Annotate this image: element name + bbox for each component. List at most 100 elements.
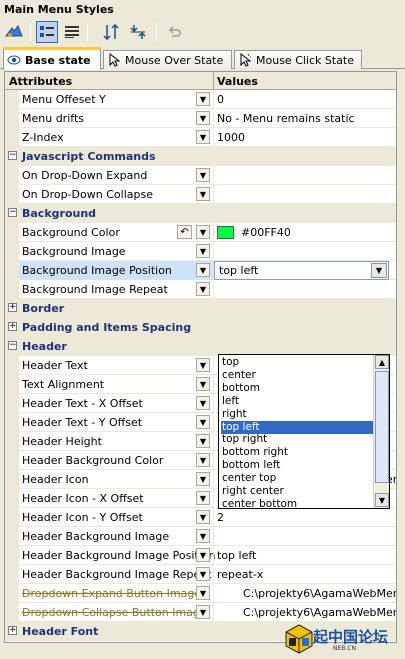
property-options-button[interactable]: ▼: [196, 396, 210, 410]
expand-icon[interactable]: +: [8, 626, 17, 635]
property-name: Dropdown Expand Button Image: [22, 587, 202, 600]
scroll-up-icon[interactable]: ▲: [375, 355, 389, 369]
property-row-on-drop-down-expand[interactable]: On Drop-Down Expand ▼: [5, 166, 396, 185]
property-row-background-color[interactable]: Background Color ↶ ▼ #00FF40: [5, 223, 396, 242]
property-options-button[interactable]: ▼: [196, 586, 210, 600]
expand-icon[interactable]: +: [8, 303, 17, 312]
property-name: Header Background Image: [22, 530, 170, 543]
property-row-on-drop-down-collapse[interactable]: On Drop-Down Collapse ▼: [5, 185, 396, 204]
dropdown-option[interactable]: top left: [221, 420, 374, 434]
property-grid: Attributes Values Menu Offeset Y ▼ 0 Menu d…: [4, 71, 397, 643]
property-options-button[interactable]: ▼: [196, 111, 210, 125]
property-row-background-image[interactable]: Background Image ▼: [5, 242, 396, 261]
property-options-button[interactable]: ▼: [196, 187, 210, 201]
combo-dropdown-icon[interactable]: ▼: [371, 263, 387, 278]
styles-icon[interactable]: [3, 21, 25, 43]
expand-all-icon[interactable]: [100, 21, 122, 43]
position-dropdown-list[interactable]: top center bottom left right top left top righ…: [218, 354, 390, 511]
property-name: Menu drifts: [22, 112, 84, 125]
category-javascript-commands[interactable]: − Javascript Commands: [5, 147, 396, 166]
property-options-button[interactable]: ▼: [196, 130, 210, 144]
property-value: No - Menu remains static: [217, 112, 355, 125]
tab-base-state[interactable]: Base state: [3, 47, 101, 70]
property-options-button[interactable]: ▼: [196, 377, 210, 391]
alphabetical-icon[interactable]: [61, 21, 83, 43]
collapse-icon[interactable]: −: [8, 341, 17, 350]
property-options-button[interactable]: ▼: [196, 529, 210, 543]
property-row-header-background-image[interactable]: Header Background Image ▼: [5, 527, 396, 546]
dropdown-option[interactable]: bottom left: [221, 459, 374, 472]
property-options-button[interactable]: ▼: [196, 567, 210, 581]
tab-mouse-over-state[interactable]: Mouse Over State: [103, 50, 232, 69]
watermark-logo: 起中国论坛 NEB.CN: [285, 624, 403, 656]
collapse-icon[interactable]: −: [8, 208, 17, 217]
dropdown-option[interactable]: center bottom: [221, 498, 374, 511]
expand-icon[interactable]: +: [8, 322, 17, 331]
property-name: Header Icon - Y Offset: [22, 511, 143, 524]
property-row-header-background-image-position[interactable]: Header Background Image Position ▼ top lef…: [5, 546, 396, 565]
property-name: On Drop-Down Expand: [22, 169, 148, 182]
property-value: top left: [217, 549, 257, 562]
property-name: Background Color: [22, 226, 120, 239]
property-value: 0: [217, 93, 224, 106]
property-name: Background Image: [22, 245, 126, 258]
property-row-menu-drifts[interactable]: Menu drifts ▼ No - Menu remains static: [5, 109, 396, 128]
dropdown-option[interactable]: left: [221, 395, 374, 408]
undo-icon[interactable]: [163, 21, 185, 43]
dropdown-option[interactable]: bottom right: [221, 446, 374, 459]
property-options-button[interactable]: ▼: [196, 92, 210, 106]
category-border[interactable]: + Border: [5, 299, 396, 318]
property-row-z-index[interactable]: Z-Index ▼ 1000: [5, 128, 396, 147]
property-value: 1000: [217, 131, 245, 144]
reset-color-icon[interactable]: ↶: [177, 225, 192, 239]
categorized-icon[interactable]: [36, 21, 58, 43]
property-row-menu-offeset-y[interactable]: Menu Offeset Y ▼ 0: [5, 90, 396, 109]
property-options-button[interactable]: ▼: [196, 244, 210, 258]
property-options-button[interactable]: ▼: [196, 282, 210, 296]
property-value: 2: [217, 511, 224, 524]
category-padding-and-items-spacing[interactable]: + Padding and Items Spacing: [5, 318, 396, 337]
scroll-down-icon[interactable]: ▼: [375, 493, 389, 507]
property-options-button[interactable]: ▼: [196, 225, 210, 239]
dropdown-option[interactable]: right center: [221, 485, 374, 498]
property-options-button[interactable]: ▼: [196, 510, 210, 524]
property-name: Text Alignment: [22, 378, 105, 391]
dropdown-option[interactable]: center: [221, 369, 374, 382]
collapse-all-icon[interactable]: [127, 21, 149, 43]
property-row-dropdown-expand-button-image[interactable]: Dropdown Expand Button Image ▼ C:\projekty…: [5, 584, 396, 603]
category-label: Padding and Items Spacing: [22, 321, 192, 334]
eye-icon: [7, 53, 21, 67]
watermark-text: 起中国论坛: [313, 628, 389, 646]
category-label: Border: [22, 302, 65, 315]
dropdown-scrollbar[interactable]: ▲ ▼: [373, 355, 389, 508]
dropdown-option[interactable]: top: [221, 356, 374, 369]
dropdown-option[interactable]: top right: [221, 433, 374, 446]
dropdown-option[interactable]: right: [221, 408, 374, 421]
property-value: C:\projekty6\AgamaWebMenus: [243, 606, 397, 619]
property-row-background-image-position[interactable]: Background Image Position ▼ ▼ top left: [5, 261, 396, 280]
color-swatch[interactable]: [217, 226, 234, 239]
collapse-icon[interactable]: −: [8, 151, 17, 160]
scroll-thumb[interactable]: [375, 371, 389, 483]
property-options-button[interactable]: ▼: [196, 472, 210, 486]
property-options-button[interactable]: ▼: [196, 168, 210, 182]
property-row-background-image-repeat[interactable]: Background Image Repeat ▼: [5, 280, 396, 299]
property-row-header-background-image-repeat[interactable]: Header Background Image Repeat ▼ repeat-x: [5, 565, 396, 584]
property-options-button[interactable]: ▼: [196, 491, 210, 505]
property-name: Header Icon - X Offset: [22, 492, 144, 505]
dropdown-option[interactable]: center top: [221, 472, 374, 485]
dropdown-option[interactable]: bottom: [221, 382, 374, 395]
tab-mouse-click-state[interactable]: Mouse Click State: [234, 50, 362, 69]
property-options-button[interactable]: ▼: [196, 548, 210, 562]
property-name: Header Text: [22, 359, 88, 372]
property-options-button[interactable]: ▼: [196, 434, 210, 448]
property-options-button[interactable]: ▼: [196, 358, 210, 372]
property-row-dropdown-collapse-button-image[interactable]: Dropdown Collapse Button Image ▼ C:\projek…: [5, 603, 397, 622]
category-background[interactable]: − Background: [5, 204, 396, 223]
property-options-button[interactable]: ▼: [196, 605, 210, 619]
property-options-button[interactable]: ▼: [196, 415, 210, 429]
property-options-button[interactable]: ▼: [196, 263, 210, 277]
property-value[interactable]: top left: [219, 264, 258, 277]
property-name: Header Text - Y Offset: [22, 416, 143, 429]
property-options-button[interactable]: ▼: [196, 453, 210, 467]
